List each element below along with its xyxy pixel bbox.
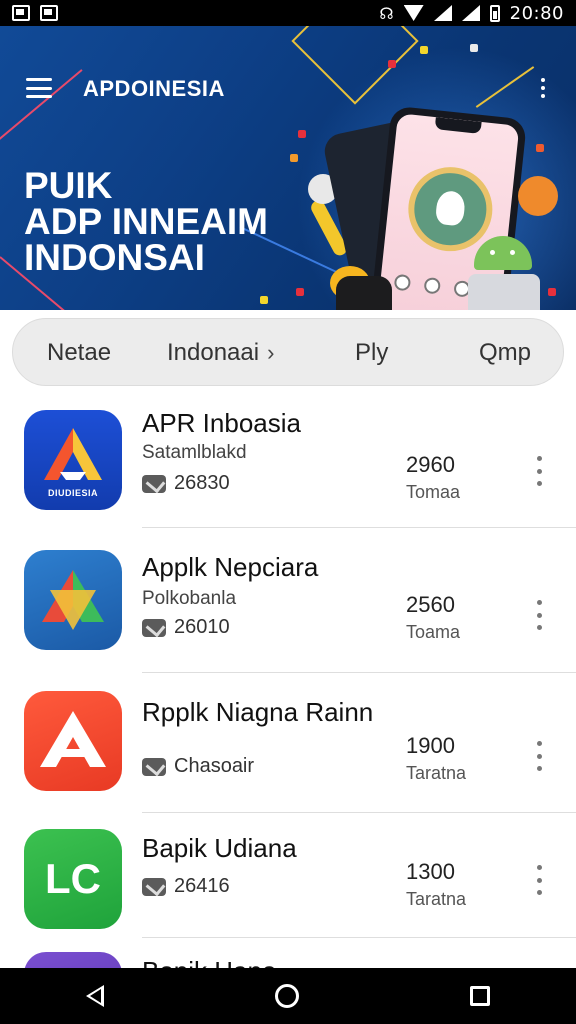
download-icon: [142, 757, 166, 776]
app-score-label: Taratna: [406, 763, 467, 783]
app-icon[interactable]: [24, 550, 122, 650]
app-developer: Chasoair: [142, 755, 254, 778]
system-nav-bar: [0, 968, 576, 1024]
download-icon: [142, 877, 166, 896]
app-icon[interactable]: DIUDIESIA: [24, 410, 122, 510]
app-title: Bopik Hano: [142, 956, 276, 968]
app-score-label: Toama: [406, 622, 461, 642]
signal-icon: [461, 5, 480, 21]
app-score: 2560: [406, 592, 455, 617]
more-options-icon[interactable]: [536, 456, 542, 486]
app-downloads: 26416: [142, 875, 230, 898]
overflow-menu-icon[interactable]: [540, 78, 546, 98]
app-icon[interactable]: LC: [24, 829, 122, 929]
tab-label: Qmp: [479, 339, 532, 366]
back-icon[interactable]: [85, 985, 104, 1007]
home-icon[interactable]: [274, 984, 299, 1008]
hero-headline-line: ADP INNEAIM: [24, 201, 268, 242]
developer-name: Chasoair: [174, 755, 255, 777]
download-icon: [142, 474, 166, 493]
list-item[interactable]: Rpplk Niagna Rainn Chasoair 1900 Taratna: [0, 673, 576, 813]
app-icon-text: LC: [45, 855, 101, 902]
app-icon[interactable]: [24, 952, 122, 968]
download-count: 26010: [174, 616, 230, 638]
app-brand: APDOINESIA: [83, 76, 225, 101]
app-score: 1300: [406, 859, 455, 884]
hero-headline: PUIK ADP INNEAIM INDONSAI: [24, 165, 268, 278]
list-item[interactable]: LC Bapik Udiana 26416 1300 Taratna: [0, 813, 576, 938]
tab-netae[interactable]: Netae: [47, 319, 111, 387]
app-score-label: Taratna: [406, 889, 467, 909]
app-downloads: 26830: [142, 472, 230, 495]
list-item[interactable]: DIUDIESIA APR Inboasia Satamlblakd 26830…: [0, 388, 576, 528]
status-bar: ☊ 20:80: [0, 0, 576, 26]
app-developer: Polkobanla: [142, 588, 237, 609]
menu-icon[interactable]: [26, 78, 52, 98]
vibrate-icon: ☊: [379, 3, 394, 23]
tab-label: Ply: [355, 339, 389, 366]
tab-indonaai[interactable]: Indonaai ›: [167, 319, 274, 387]
wifi-icon: [403, 5, 424, 21]
app-list: DIUDIESIA APR Inboasia Satamlblakd 26830…: [0, 388, 576, 968]
app-developer: Satamlblakd: [142, 442, 247, 463]
app-downloads: 26010: [142, 616, 230, 639]
more-options-icon[interactable]: [536, 600, 542, 630]
download-count: 26416: [174, 875, 230, 897]
download-count: 26830: [174, 472, 230, 494]
category-tabs: Netae Indonaai › Ply Qmp: [12, 318, 564, 386]
battery-icon: [489, 4, 500, 22]
chevron-right-icon: ›: [267, 340, 275, 365]
android-robot-illustration: [468, 274, 540, 310]
app-icon[interactable]: [24, 691, 122, 791]
app-score-label: Tomaa: [406, 482, 461, 502]
app-icon-caption: DIUDIESIA: [47, 488, 98, 498]
signal-icon: [433, 5, 452, 21]
app-title: Rpplk Niagna Rainn: [142, 697, 374, 727]
hand-illustration: [336, 276, 392, 310]
app-title: APR Inboasia: [142, 408, 301, 438]
tab-qmp[interactable]: Qmp: [479, 319, 531, 387]
hero-headline-line: INDONSAI: [24, 237, 205, 278]
app-score: 1900: [406, 733, 455, 758]
app-title: Bapik Udiana: [142, 833, 297, 863]
hero-banner[interactable]: APDOINESIA PUIK ADP INNEAIM INDONSAI: [0, 26, 576, 310]
list-item[interactable]: Bopik Hano: [0, 938, 576, 968]
image-notification-icon: [40, 5, 58, 21]
app-logo-icon: [404, 163, 497, 256]
tab-label: Indonaai: [167, 339, 260, 366]
download-icon: [142, 618, 166, 637]
tab-ply[interactable]: Ply: [355, 319, 388, 387]
hero-headline-line: PUIK: [24, 165, 113, 206]
more-options-icon[interactable]: [536, 865, 542, 895]
app-score: 2960: [406, 452, 455, 477]
app-title: Applk Nepciara: [142, 552, 319, 582]
notification-icon: [12, 5, 30, 21]
recents-icon[interactable]: [470, 986, 491, 1006]
list-item[interactable]: Applk Nepciara Polkobanla 26010 2560 Toa…: [0, 528, 576, 673]
more-options-icon[interactable]: [536, 741, 542, 771]
status-time: 20:80: [509, 2, 564, 24]
tab-label: Netae: [47, 339, 112, 366]
